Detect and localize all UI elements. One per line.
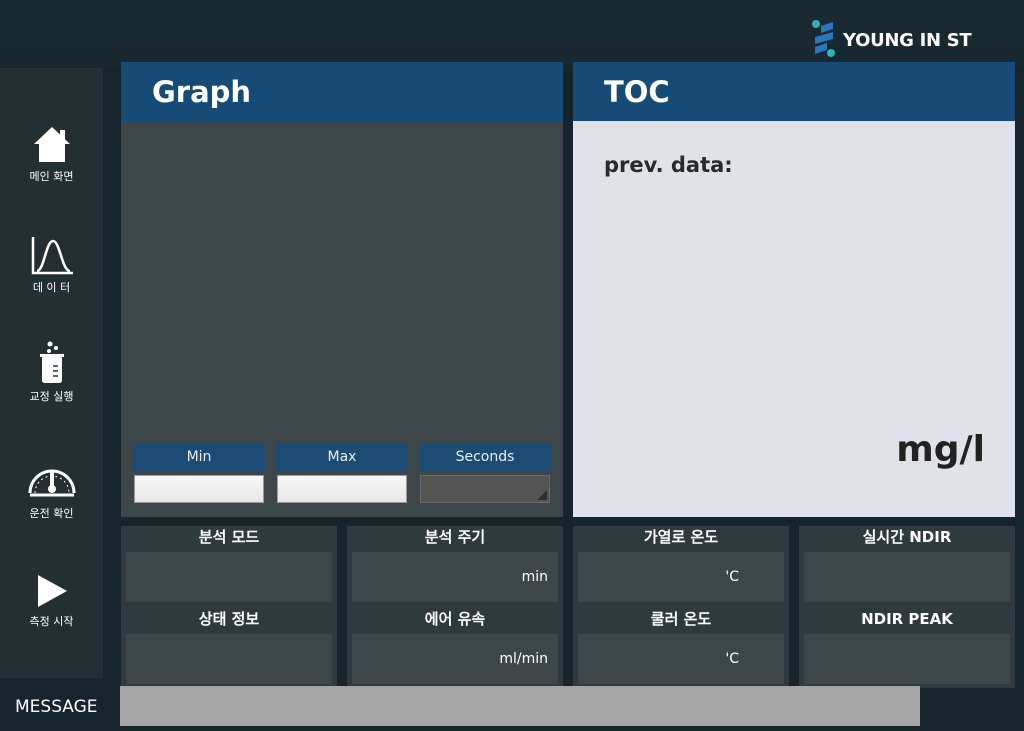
brand-logo: YOUNG IN ST (812, 19, 972, 61)
resize-corner-icon (537, 490, 547, 500)
analysis-mode-value (126, 552, 332, 602)
cooler-temp-value: 'C (578, 634, 784, 684)
max-label: Max (276, 443, 408, 471)
seconds-label: Seconds (419, 443, 551, 471)
min-input[interactable] (134, 475, 264, 503)
status-info-value (126, 634, 332, 684)
status-info-title: 상태 정보 (198, 610, 260, 628)
realtime-ndir-title: 실시간 NDIR (862, 528, 952, 546)
analysis-cycle-title: 분석 주기 (424, 528, 486, 546)
max-input[interactable] (277, 475, 407, 503)
brand-name: YOUNG IN ST (843, 29, 972, 51)
sidebar-item-data[interactable]: 데 이 터 (0, 235, 103, 295)
toc-display: prev. data: mg/l (573, 121, 1015, 517)
min-label: Min (133, 443, 265, 471)
brand-mark-icon (812, 20, 835, 57)
beaker-icon (39, 341, 64, 383)
air-flow-title: 에어 유속 (424, 610, 486, 628)
furnace-temp-unit: 'C (725, 569, 739, 585)
message-label: MESSAGE (15, 697, 98, 717)
analysis-cycle-value: min (352, 552, 558, 602)
prev-data-label: prev. data: (604, 153, 733, 177)
sidebar-item-label: 교정 실행 (29, 390, 74, 403)
message-bar (120, 686, 920, 726)
sidebar-item-main[interactable]: 메인 화면 (0, 124, 103, 184)
cooler-temp-title: 쿨러 온도 (650, 610, 712, 628)
gauge-icon (28, 469, 75, 497)
sidebar-item-start-measurement[interactable]: 측정 시작 (0, 573, 103, 629)
cooler-temp-unit: 'C (725, 651, 739, 667)
analysis-mode-title: 분석 모드 (198, 528, 260, 546)
sidebar-item-label: 운전 확인 (29, 507, 74, 520)
seconds-input[interactable] (420, 475, 550, 503)
sidebar-item-calibration[interactable]: 교정 실행 (0, 340, 103, 404)
home-icon (33, 127, 70, 162)
air-flow-unit: ml/min (499, 651, 548, 667)
realtime-ndir-value (804, 552, 1010, 602)
chart-curve-icon (31, 237, 73, 275)
ndir-peak-title: NDIR PEAK (861, 610, 953, 628)
graph-header: Graph (121, 62, 563, 121)
air-flow-value: ml/min (352, 634, 558, 684)
ndir-peak-value (804, 634, 1010, 684)
sidebar-item-label: 메인 화면 (29, 170, 74, 183)
furnace-temp-title: 가열로 온도 (643, 528, 719, 546)
sidebar: 메인 화면 데 이 터 교정 실행 운전 확인 측정 시작 (0, 68, 103, 678)
toc-unit: mg/l (896, 429, 985, 470)
toc-header: TOC (573, 62, 1015, 121)
furnace-temp-value: 'C (578, 552, 784, 602)
sidebar-item-operation-check[interactable]: 운전 확인 (0, 461, 103, 521)
top-bar: YOUNG IN ST (0, 0, 1024, 66)
sidebar-item-label: 데 이 터 (32, 281, 71, 294)
play-icon (37, 575, 67, 607)
analysis-cycle-unit: min (521, 569, 548, 585)
sidebar-item-label: 측정 시작 (29, 615, 74, 628)
